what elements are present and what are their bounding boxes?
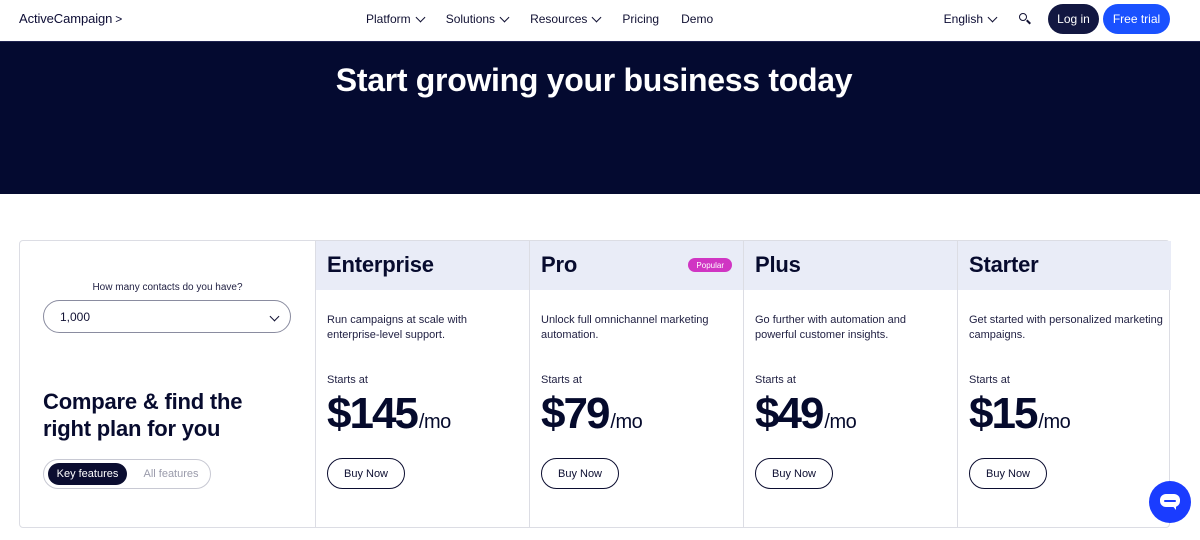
price-period: /mo xyxy=(824,411,857,433)
language-label: English xyxy=(943,12,983,26)
nav-item-solutions[interactable]: Solutions xyxy=(445,11,510,27)
language-selector[interactable]: English xyxy=(943,12,998,26)
plan-price: $145 /mo xyxy=(327,389,451,439)
starts-at-label: Starts at xyxy=(755,374,796,386)
nav-label-pricing: Pricing xyxy=(622,12,660,26)
plan-name: Pro xyxy=(541,252,578,277)
contacts-dropdown[interactable]: 1,000 xyxy=(43,300,291,333)
plan-header: Starter xyxy=(958,241,1171,290)
buy-now-button[interactable]: Buy Now xyxy=(755,458,833,489)
plan-description: Run campaigns at scale with enterprise-l… xyxy=(327,314,468,341)
header-actions: English Log in Free trial xyxy=(944,4,1170,34)
price-amount: $15 xyxy=(969,389,1038,438)
price-amount: $145 xyxy=(327,389,419,438)
price-period: /mo xyxy=(418,411,451,433)
nav-label-platform: Platform xyxy=(366,12,411,26)
toggle-key-features[interactable]: Key features xyxy=(48,463,127,485)
price-amount: $49 xyxy=(755,389,824,438)
plan-column-pro: Pro Popular Unlock full omnichannel mark… xyxy=(529,241,743,527)
free-trial-button[interactable]: Free trial xyxy=(1103,4,1170,34)
buy-now-button[interactable]: Buy Now xyxy=(969,458,1047,489)
plan-price: $49 /mo xyxy=(755,389,857,439)
chevron-down-icon xyxy=(987,12,998,22)
toggle-all-features[interactable]: All features xyxy=(134,463,208,485)
popular-badge: Popular xyxy=(688,258,732,272)
plan-description: Get started with personalized marketing … xyxy=(969,314,1163,341)
plan-name: Plus xyxy=(755,252,801,277)
plan-description: Unlock full omnichannel marketing automa… xyxy=(541,314,709,341)
contacts-question: How many contacts do you have? xyxy=(92,282,243,293)
activecampaign-logo[interactable]: ActiveCampaign > xyxy=(19,11,122,26)
plan-name: Starter xyxy=(969,252,1039,277)
plan-price: $15 /mo xyxy=(969,389,1071,439)
chevron-down-icon xyxy=(415,12,426,22)
starts-at-label: Starts at xyxy=(327,374,368,386)
hero-banner: Start growing your business today xyxy=(0,42,1200,194)
plan-name: Enterprise xyxy=(327,252,434,277)
logo-chevron-icon: > xyxy=(115,11,123,26)
chevron-down-icon xyxy=(591,12,602,22)
logo-text: ActiveCampaign xyxy=(19,11,113,26)
main-menu: Platform Solutions Resources Pricing Dem… xyxy=(366,11,735,27)
nav-label-resources: Resources xyxy=(530,12,588,26)
plan-header: Plus xyxy=(744,241,957,290)
login-button[interactable]: Log in xyxy=(1048,4,1099,34)
price-amount: $79 xyxy=(541,389,610,438)
plan-filter-panel: How many contacts do you have? 1,000 Com… xyxy=(20,241,315,527)
contacts-value: 1,000 xyxy=(60,309,91,324)
hero-title: Start growing your business today xyxy=(335,62,853,98)
starts-at-label: Starts at xyxy=(541,374,582,386)
nav-item-demo[interactable]: Demo xyxy=(681,11,713,27)
top-navigation: ActiveCampaign > Platform Solutions Reso… xyxy=(0,0,1200,42)
nav-label-solutions: Solutions xyxy=(445,12,496,26)
plan-description: Go further with automation and powerful … xyxy=(755,314,907,341)
pricing-table: How many contacts do you have? 1,000 Com… xyxy=(19,240,1171,528)
price-period: /mo xyxy=(1038,411,1071,433)
plan-column-plus: Plus Go further with automation and powe… xyxy=(743,241,957,527)
plan-header: Enterprise xyxy=(316,241,529,290)
plan-column-enterprise: Enterprise Run campaigns at scale with e… xyxy=(315,241,529,527)
plan-header: Pro Popular xyxy=(530,241,743,290)
starts-at-label: Starts at xyxy=(969,374,1010,386)
chevron-down-icon xyxy=(269,311,280,322)
price-period: /mo xyxy=(610,411,643,433)
chat-icon[interactable] xyxy=(1149,481,1191,523)
nav-label-demo: Demo xyxy=(681,12,714,26)
chevron-down-icon xyxy=(499,12,510,22)
search-icon[interactable] xyxy=(1018,12,1032,26)
features-toggle: Key features All features xyxy=(43,459,211,489)
plan-column-starter: Starter Get started with personalized ma… xyxy=(957,241,1171,527)
buy-now-button[interactable]: Buy Now xyxy=(541,458,619,489)
plan-price: $79 /mo xyxy=(541,389,643,439)
nav-item-pricing[interactable]: Pricing xyxy=(622,11,659,27)
nav-item-platform[interactable]: Platform xyxy=(366,11,426,27)
nav-item-resources[interactable]: Resources xyxy=(530,11,602,27)
buy-now-button[interactable]: Buy Now xyxy=(327,458,405,489)
compare-heading: Compare & find the right plan for you xyxy=(43,389,243,441)
